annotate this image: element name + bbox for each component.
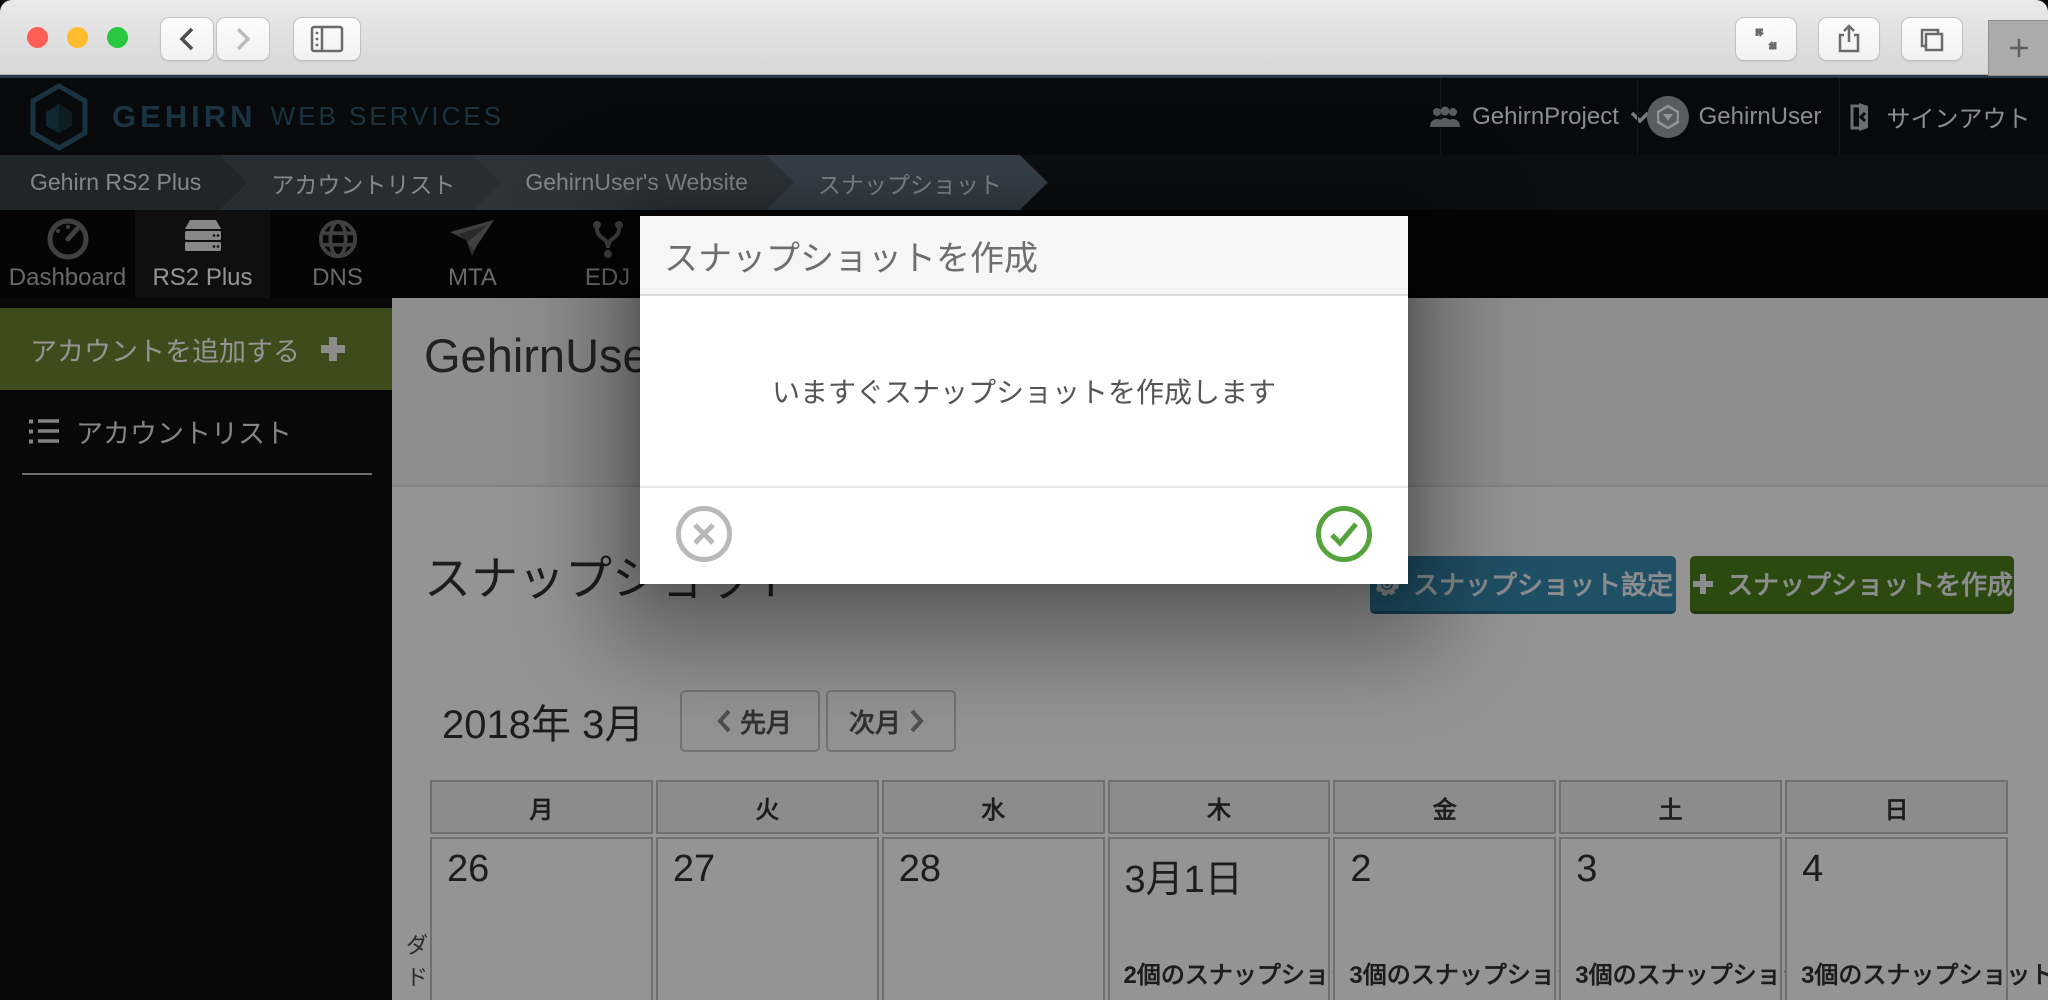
modal-body-text: いますぐスナップショットを作成します xyxy=(640,296,1408,486)
sidebar-toggle-button[interactable] xyxy=(293,17,361,61)
minimize-window-button[interactable] xyxy=(67,27,88,48)
zoom-window-button[interactable] xyxy=(107,27,128,48)
share-button[interactable] xyxy=(1818,17,1880,61)
browser-chrome xyxy=(0,0,2048,75)
fullscreen-icon xyxy=(1753,26,1779,52)
modal-header: スナップショットを作成 xyxy=(640,216,1408,296)
x-icon xyxy=(691,521,717,547)
new-tab-button[interactable] xyxy=(1988,20,2048,76)
sidebar-icon xyxy=(310,25,344,53)
chevron-right-icon xyxy=(234,26,252,52)
check-icon xyxy=(1329,521,1359,547)
modal-footer xyxy=(640,486,1408,582)
back-button[interactable] xyxy=(160,17,214,61)
fullscreen-button[interactable] xyxy=(1735,17,1797,61)
close-window-button[interactable] xyxy=(27,27,48,48)
plus-icon xyxy=(2007,36,2031,60)
modal-title: スナップショットを作成 xyxy=(664,231,1038,280)
modal-confirm-button[interactable] xyxy=(1316,506,1372,562)
browser-window: GEHIRN WEB SERVICES GehirnProject xyxy=(0,0,2048,1000)
modal-cancel-button[interactable] xyxy=(676,506,732,562)
share-icon xyxy=(1837,24,1861,54)
create-snapshot-modal: スナップショットを作成 いますぐスナップショットを作成します xyxy=(640,216,1408,584)
forward-button[interactable] xyxy=(216,17,270,61)
tab-overview-button[interactable] xyxy=(1901,17,1963,61)
chevron-left-icon xyxy=(178,26,196,52)
tabs-icon xyxy=(1918,26,1946,52)
